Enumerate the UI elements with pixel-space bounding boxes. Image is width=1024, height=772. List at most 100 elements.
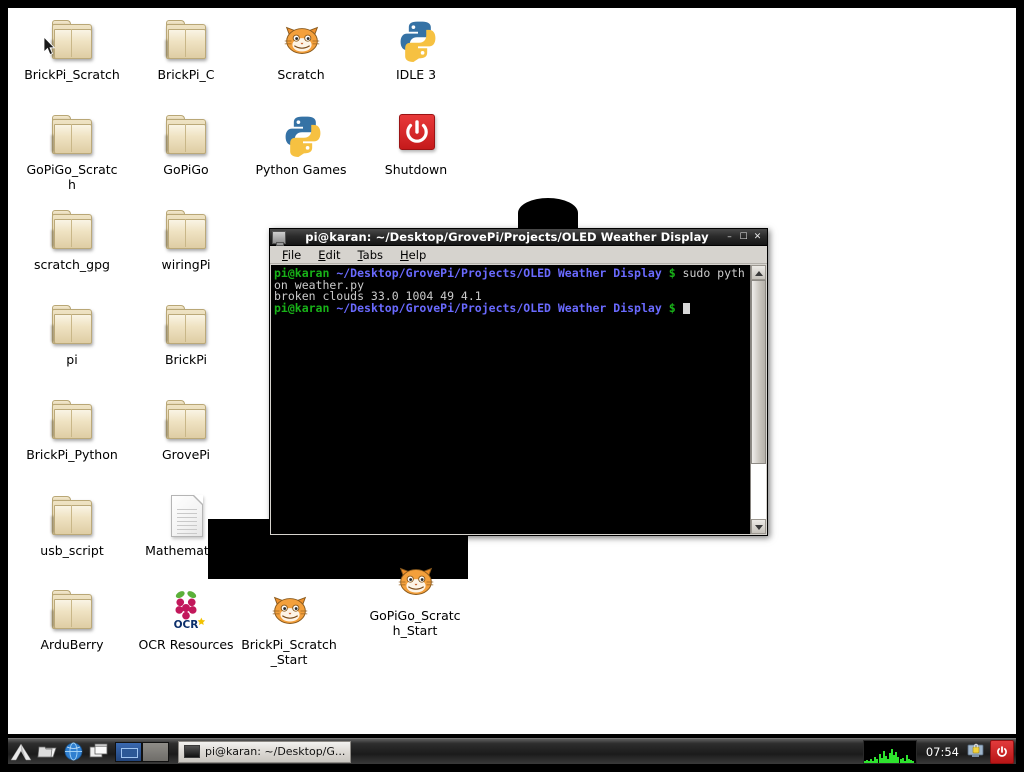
desktop-icon-usb-script[interactable]: usb_script	[24, 492, 120, 559]
prompt-path: ~/Desktop/GrovePi/Projects/OLED Weather …	[336, 301, 662, 316]
scroll-up-arrow[interactable]	[751, 265, 766, 280]
taskbar[interactable]: pi@karan: ~/Desktop/G... 07:54	[8, 738, 1016, 764]
desktop-icon-label: OCR Resources	[138, 637, 234, 652]
close-button[interactable]: ✕	[752, 232, 763, 243]
desktop-area[interactable]: BrickPi_Scratch BrickPi_C Scratch IDLE 3 GoP…	[8, 8, 1016, 734]
folder-icon	[48, 396, 96, 444]
show-desktop-icon[interactable]	[86, 740, 112, 764]
desktop-icon-gopigo[interactable]: GoPiGo	[138, 111, 234, 178]
window-controls[interactable]: – ☐ ✕	[724, 232, 765, 243]
desktop-icon-label: BrickPi_Scratch	[24, 67, 120, 82]
terminal-prompt-line: pi@karan ~/Desktop/GrovePi/Projects/OLED…	[274, 301, 748, 316]
shutdown-icon	[399, 114, 435, 150]
file-manager-icon[interactable]	[34, 740, 60, 764]
desktop-icon-brickpi-scratch-start[interactable]: BrickPi_Scratch_Start	[241, 586, 337, 667]
desktop-icon-ocr-resources[interactable]: OCR OCR Resources	[138, 586, 234, 653]
svg-text:OCR: OCR	[174, 619, 199, 631]
power-icon[interactable]	[990, 739, 1014, 764]
terminal-prompt-line: pi@karan ~/Desktop/GrovePi/Projects/OLED…	[274, 266, 748, 291]
menu-edit[interactable]: Edit	[318, 248, 340, 262]
desktop-icon-brickpi-python[interactable]: BrickPi_Python	[24, 396, 120, 463]
folder-icon	[48, 16, 96, 64]
desktop-icon-label: GoPiGo	[163, 162, 209, 177]
desktop-pager[interactable]	[115, 741, 169, 762]
desktop-icon-idle-3[interactable]: IDLE 3	[368, 16, 464, 83]
desktop-icon-wiringpi[interactable]: wiringPi	[138, 206, 234, 273]
folder-icon	[162, 301, 210, 349]
desktop-icon-python-games[interactable]: Python Games	[253, 111, 349, 178]
desktop-icon-label: GoPiGo_Scratch	[26, 162, 118, 192]
minimize-button[interactable]: –	[724, 232, 735, 243]
folder-icon	[162, 111, 210, 159]
desktop-icon-scratch-gpg[interactable]: scratch_gpg	[24, 206, 120, 273]
folder-icon	[162, 206, 210, 254]
terminal-output[interactable]: pi@karan ~/Desktop/GrovePi/Projects/OLED…	[271, 265, 750, 534]
desktop-icon-label: wiringPi	[161, 257, 211, 272]
desktop-icon-label: usb_script	[40, 543, 104, 558]
folder-icon	[51, 590, 92, 629]
maximize-button[interactable]: ☐	[738, 232, 749, 243]
prompt-user: pi@karan	[274, 301, 330, 316]
python-icon	[392, 16, 440, 64]
shutdown-icon	[392, 111, 440, 159]
folder-icon	[51, 496, 92, 535]
terminal-menubar[interactable]: File Edit Tabs Help	[270, 246, 767, 264]
desktop-icon-scratch[interactable]: Scratch	[253, 16, 349, 83]
desktop-icon-gopigo-scratch[interactable]: GoPiGo_Scratch	[24, 111, 120, 192]
desktop-icon-label: BrickPi_Scratch_Start	[241, 637, 337, 667]
desktop-icon-gopigo-scratch-start[interactable]: GoPiGo_Scratch_Start	[367, 557, 463, 638]
desktop-icon-label: Root Terminal	[258, 543, 344, 558]
menu-help[interactable]: Help	[400, 248, 426, 262]
scroll-down-arrow[interactable]	[751, 519, 766, 534]
desktop-icon-label: GrovePi	[161, 447, 211, 462]
desktop-icon-brickpi-scratch[interactable]: BrickPi_Scratch	[24, 16, 120, 83]
pager-desktop-1[interactable]	[115, 741, 142, 762]
scroll-track[interactable]	[751, 280, 766, 519]
folder-icon	[51, 20, 92, 59]
scroll-thumb[interactable]	[751, 280, 766, 465]
desktop-icon-label: Shutdown	[384, 162, 448, 177]
desktop-icon-label: pi	[66, 352, 78, 367]
desktop-icon-brickpi-c[interactable]: BrickPi_C	[138, 16, 234, 83]
terminal-title: pi@karan: ~/Desktop/GrovePi/Projects/OLE…	[305, 230, 709, 244]
scratch-cat-icon	[398, 567, 434, 595]
terminal-icon	[184, 745, 200, 758]
desktop-icon-grovepi[interactable]: GrovePi	[138, 396, 234, 463]
desktop-icon-shutdown[interactable]: Shutdown	[368, 111, 464, 178]
scratch-cat-icon	[277, 16, 325, 64]
folder-icon	[51, 210, 92, 249]
desktop-icon-label: BrickPi_C	[157, 67, 215, 82]
terminal-scrollbar[interactable]	[750, 265, 766, 534]
folder-icon	[48, 206, 96, 254]
desktop-icon-arduberry[interactable]: ArduBerry	[24, 586, 120, 653]
pager-desktop-2[interactable]	[142, 741, 169, 762]
desktop-icon-brickpi[interactable]: BrickPi	[138, 301, 234, 368]
desktop-icon-mathematica[interactable]: Mathematica	[138, 492, 234, 559]
taskbar-window-button[interactable]: pi@karan: ~/Desktop/G...	[178, 740, 352, 763]
menu-icon[interactable]	[8, 740, 34, 764]
menu-file[interactable]: File	[282, 248, 301, 262]
desktop-icon-pi[interactable]: pi	[24, 301, 120, 368]
python-icon	[277, 111, 325, 159]
terminal-body[interactable]: pi@karan ~/Desktop/GrovePi/Projects/OLED…	[271, 265, 766, 534]
terminal-window[interactable]: pi@karan: ~/Desktop/GrovePi/Projects/OLE…	[269, 228, 768, 536]
folder-icon	[51, 305, 92, 344]
desktop-icon-label: GoPiGo_Scratch_Start	[369, 608, 461, 638]
terminal-titlebar[interactable]: pi@karan: ~/Desktop/GrovePi/Projects/OLE…	[270, 229, 767, 246]
menu-tabs[interactable]: Tabs	[358, 248, 383, 262]
ocr-raspberry-icon: OCR	[162, 586, 210, 634]
folder-icon	[165, 20, 206, 59]
lock-screen-icon[interactable]	[966, 742, 986, 762]
prompt-path: ~/Desktop/GrovePi/Projects/OLED Weather …	[336, 266, 662, 280]
system-tray[interactable]: 07:54	[862, 739, 1016, 765]
web-browser-icon[interactable]	[60, 740, 86, 764]
clock[interactable]: 07:54	[921, 745, 964, 759]
desktop-icon-label: BrickPi	[164, 352, 208, 367]
prompt-symbol: $	[668, 266, 676, 280]
desktop-icon-label: BrickPi_Python	[26, 447, 118, 462]
folder-icon	[165, 305, 206, 344]
folder-icon	[51, 400, 92, 439]
ocr-raspberry-icon: OCR	[174, 591, 206, 631]
scratch-cat-icon	[272, 596, 308, 624]
cpu-graph[interactable]	[862, 739, 917, 764]
